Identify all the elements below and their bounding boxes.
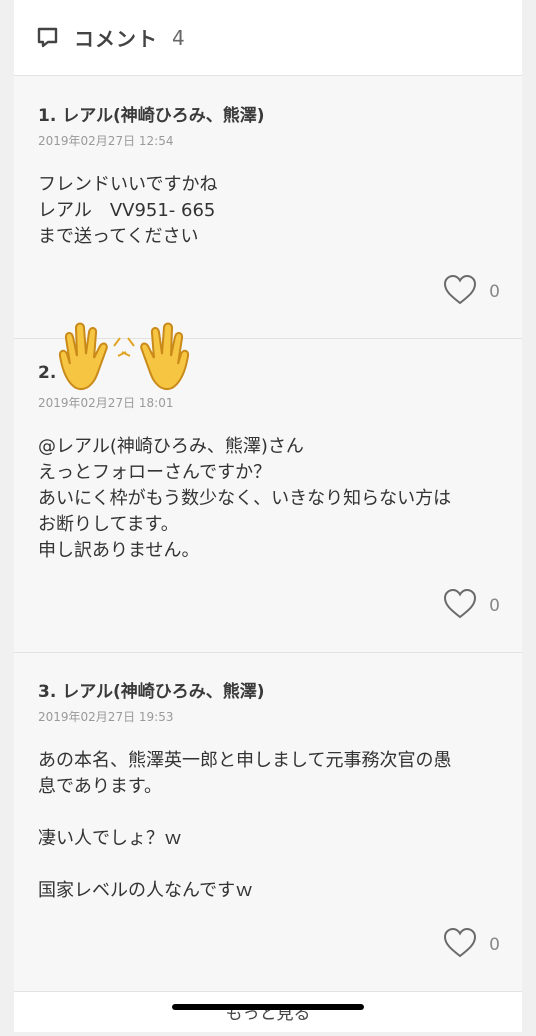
comment-icon xyxy=(36,26,60,50)
raised-hands-emoji-icon xyxy=(54,316,194,396)
show-more-button[interactable]: もっと見る xyxy=(14,992,522,1032)
comment-item: 1. レアル(神崎ひろみ、熊澤) 2019年02月27日 12:54 フレンドい… xyxy=(14,77,522,339)
like-count: 0 xyxy=(489,596,500,616)
comment-date: 2019年02月27日 19:53 xyxy=(38,710,174,724)
comment-date: 2019年02月27日 12:54 xyxy=(38,134,174,148)
heart-icon[interactable] xyxy=(443,927,477,963)
comments-panel: コメント 4 1. レアル(神崎ひろみ、熊澤) 2019年02月27日 12:5… xyxy=(14,0,522,1032)
comment-author[interactable]: 1. レアル(神崎ひろみ、熊澤) xyxy=(38,101,265,126)
like-count: 0 xyxy=(489,935,500,955)
comment-body: @レアル(神崎ひろみ、熊澤)さん えっとフォローさんですか？ あいにく枠がもう数… xyxy=(38,436,452,561)
comments-count: 4 xyxy=(172,25,185,50)
home-indicator[interactable] xyxy=(172,1004,364,1010)
heart-icon[interactable] xyxy=(443,274,477,310)
comment-body: あの本名、熊澤英一郎と申しまして元事務次官の愚 息であります。 凄い人でしょ？ｗ… xyxy=(38,750,452,901)
comment-date: 2019年02月27日 18:01 xyxy=(38,396,174,410)
comments-title: コメント xyxy=(74,27,158,51)
like-button[interactable]: 0 xyxy=(443,588,500,624)
comment-item: 3. レアル(神崎ひろみ、熊澤) 2019年02月27日 19:53 あの本名、… xyxy=(14,653,522,992)
like-count: 0 xyxy=(489,282,500,302)
comment-body: フレンドいいですかね レアル VV951- 665 まで送ってください xyxy=(38,174,218,247)
like-button[interactable]: 0 xyxy=(443,274,500,310)
comments-header: コメント 4 xyxy=(14,0,522,76)
heart-icon[interactable] xyxy=(443,588,477,624)
like-button[interactable]: 0 xyxy=(443,927,500,963)
comment-author[interactable]: 3. レアル(神崎ひろみ、熊澤) xyxy=(38,677,265,702)
